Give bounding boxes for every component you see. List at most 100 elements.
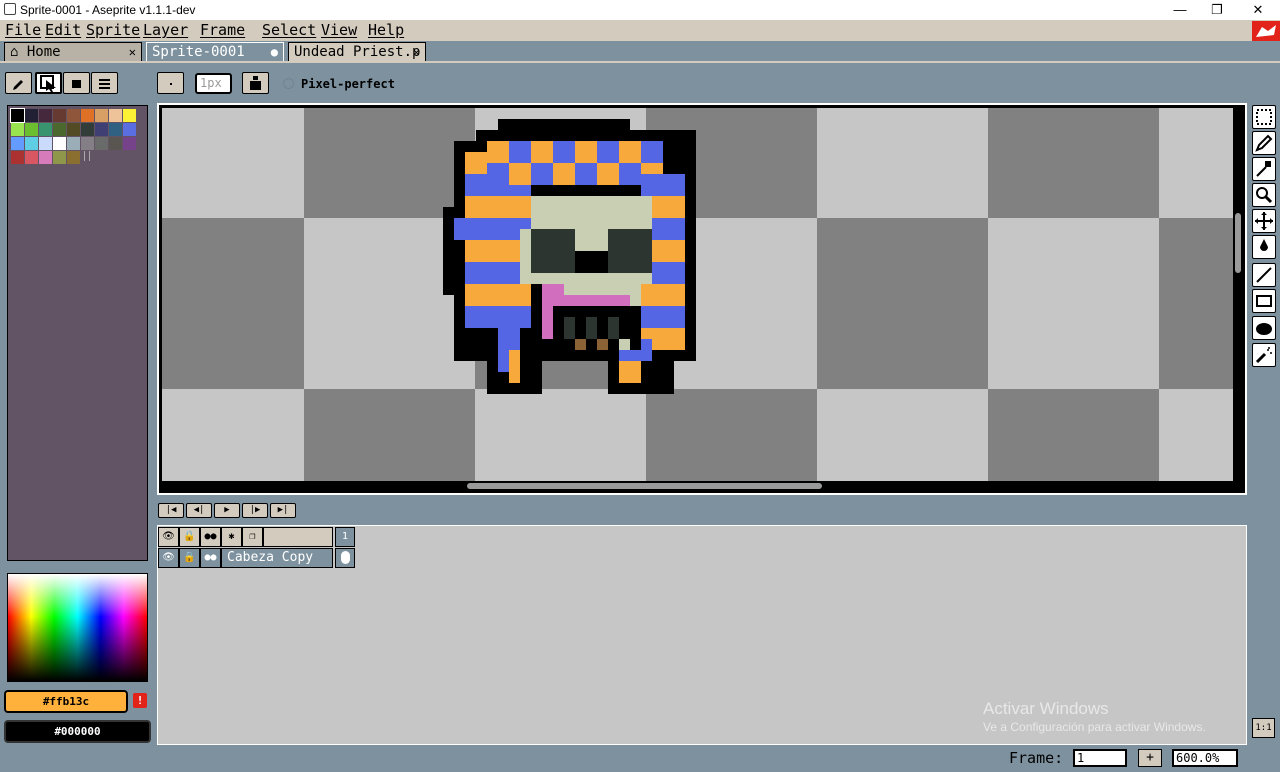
palette-swatch[interactable]	[81, 137, 94, 150]
tool-line[interactable]	[1252, 263, 1276, 287]
tool-zoom[interactable]	[1252, 183, 1276, 207]
palette-swatch[interactable]	[109, 109, 122, 122]
tool-pencil[interactable]	[1252, 131, 1276, 155]
color-spectrum-picker[interactable]	[7, 573, 148, 682]
background-color-button[interactable]: #000000	[4, 720, 151, 743]
window-title-bar: Sprite-0001 - Aseprite v1.1.1-dev — ❐ ✕	[0, 0, 1280, 20]
play-button[interactable]: ▶	[214, 503, 240, 518]
horizontal-scrollbar[interactable]	[162, 481, 1233, 491]
tool-rectangular-marquee[interactable]	[1252, 105, 1276, 129]
palette-swatch[interactable]	[25, 137, 38, 150]
tool-move[interactable]	[1252, 209, 1276, 233]
foreground-color-button[interactable]: #ffb13c	[4, 690, 128, 713]
palette-sort-button[interactable]	[35, 72, 62, 94]
palette-swatch[interactable]	[39, 109, 52, 122]
palette-swatch[interactable]	[25, 109, 38, 122]
palette-swatch[interactable]	[11, 137, 24, 150]
maximize-button[interactable]: ❐	[1197, 0, 1237, 20]
gear-icon[interactable]: ✱	[221, 527, 242, 547]
tool-paint-bucket[interactable]	[1252, 235, 1276, 259]
tool-blur[interactable]	[1252, 316, 1276, 340]
palette-swatch[interactable]	[39, 137, 52, 150]
ink-type-button[interactable]	[242, 72, 269, 94]
palette-preset-button[interactable]	[63, 72, 90, 94]
zoom-input[interactable]: 600.0%	[1172, 749, 1238, 767]
tool-eyedropper[interactable]	[1252, 157, 1276, 181]
frame-number-input[interactable]: 1	[1073, 749, 1127, 767]
minimize-button[interactable]: —	[1160, 0, 1200, 20]
horizontal-scroll-thumb[interactable]	[467, 483, 822, 489]
eyedropper-icon	[1256, 161, 1271, 177]
tool-spray[interactable]	[1252, 343, 1276, 367]
next-frame-button[interactable]: |▶	[242, 503, 268, 518]
layer-lock-toggle[interactable]: 🔒	[179, 548, 200, 568]
window-title: Sprite-0001 - Aseprite v1.1.1-dev	[20, 3, 196, 17]
palette-swatch[interactable]	[25, 123, 38, 136]
palette-swatch[interactable]	[39, 151, 52, 164]
menu-layer[interactable]: Layer	[143, 21, 188, 39]
menu-sprite[interactable]: Sprite	[86, 21, 140, 39]
palette-swatch[interactable]	[81, 123, 94, 136]
palette-swatch[interactable]	[67, 109, 80, 122]
first-frame-button[interactable]: |◀	[158, 503, 184, 518]
palette-options-button[interactable]	[91, 72, 118, 94]
palette-swatch[interactable]	[123, 137, 136, 150]
menu-file[interactable]: File	[5, 21, 41, 39]
layer-continuous-toggle[interactable]: ●●	[200, 548, 221, 568]
palette-swatch[interactable]	[95, 123, 108, 136]
palette-swatch[interactable]	[53, 137, 66, 150]
layer-name[interactable]: Cabeza Copy	[221, 548, 333, 568]
lock-header-icon[interactable]: 🔒	[179, 527, 200, 547]
menu-view[interactable]: View	[321, 21, 357, 39]
palette-swatch[interactable]	[67, 123, 80, 136]
tab-sprite-0001[interactable]: Sprite-0001 ●	[146, 42, 284, 61]
zoom-reset-button[interactable]: 1:1	[1252, 718, 1275, 738]
palette-swatch[interactable]	[11, 123, 24, 136]
tab-undead-priest[interactable]: Undead Priest.p ✕	[288, 42, 426, 61]
add-frame-button[interactable]: +	[1138, 749, 1162, 767]
menu-frame[interactable]: Frame	[200, 21, 245, 39]
palette-swatch[interactable]	[10, 108, 25, 123]
palette-swatch[interactable]	[81, 109, 94, 122]
palette-swatch[interactable]	[123, 109, 136, 122]
modified-dot-icon[interactable]: ●	[271, 43, 278, 62]
frame-header-1[interactable]: 1	[335, 527, 355, 547]
menu-help[interactable]: Help	[368, 21, 404, 39]
close-window-button[interactable]: ✕	[1238, 0, 1278, 20]
vertical-scroll-thumb[interactable]	[1235, 213, 1241, 273]
sprite-canvas[interactable]	[162, 108, 1233, 481]
palette-swatch[interactable]	[109, 137, 122, 150]
palette-resize-handle[interactable]	[84, 151, 90, 161]
onion-skin-icon[interactable]: ❐	[242, 527, 263, 547]
pixel-perfect-checkbox[interactable]	[283, 78, 294, 89]
visibility-header-icon[interactable]: 👁	[158, 527, 179, 547]
close-tab-icon[interactable]: ✕	[129, 43, 136, 62]
menu-edit[interactable]: Edit	[45, 21, 81, 39]
palette-swatch[interactable]	[109, 123, 122, 136]
palette-swatch[interactable]	[123, 123, 136, 136]
close-tab-icon[interactable]: ✕	[413, 43, 420, 62]
previous-frame-button[interactable]: ◀|	[186, 503, 212, 518]
tab-home[interactable]: ⌂ Home ✕	[4, 42, 142, 61]
last-frame-button[interactable]: ▶|	[270, 503, 296, 518]
tool-rectangle[interactable]	[1252, 289, 1276, 313]
layer-visibility-toggle[interactable]: 👁	[158, 548, 179, 568]
palette-swatch[interactable]	[53, 109, 66, 122]
palette-swatch[interactable]	[39, 123, 52, 136]
palette-swatch[interactable]	[53, 123, 66, 136]
palette-swatch[interactable]	[11, 151, 24, 164]
continuous-header-icon[interactable]: ●●	[200, 527, 221, 547]
palette-swatch[interactable]	[95, 137, 108, 150]
cel-frame-1[interactable]	[335, 548, 355, 568]
palette-swatch[interactable]	[67, 151, 80, 164]
palette-edit-button[interactable]	[5, 72, 32, 94]
palette-swatch[interactable]	[53, 151, 66, 164]
color-warning-icon[interactable]: !	[133, 693, 147, 708]
vertical-scrollbar[interactable]	[1233, 108, 1243, 481]
menu-select[interactable]: Select	[262, 21, 316, 39]
brush-size-input[interactable]: 1px	[195, 73, 232, 94]
brush-type-button[interactable]	[157, 72, 184, 94]
palette-swatch[interactable]	[95, 109, 108, 122]
palette-swatch[interactable]	[67, 137, 80, 150]
palette-swatch[interactable]	[25, 151, 38, 164]
